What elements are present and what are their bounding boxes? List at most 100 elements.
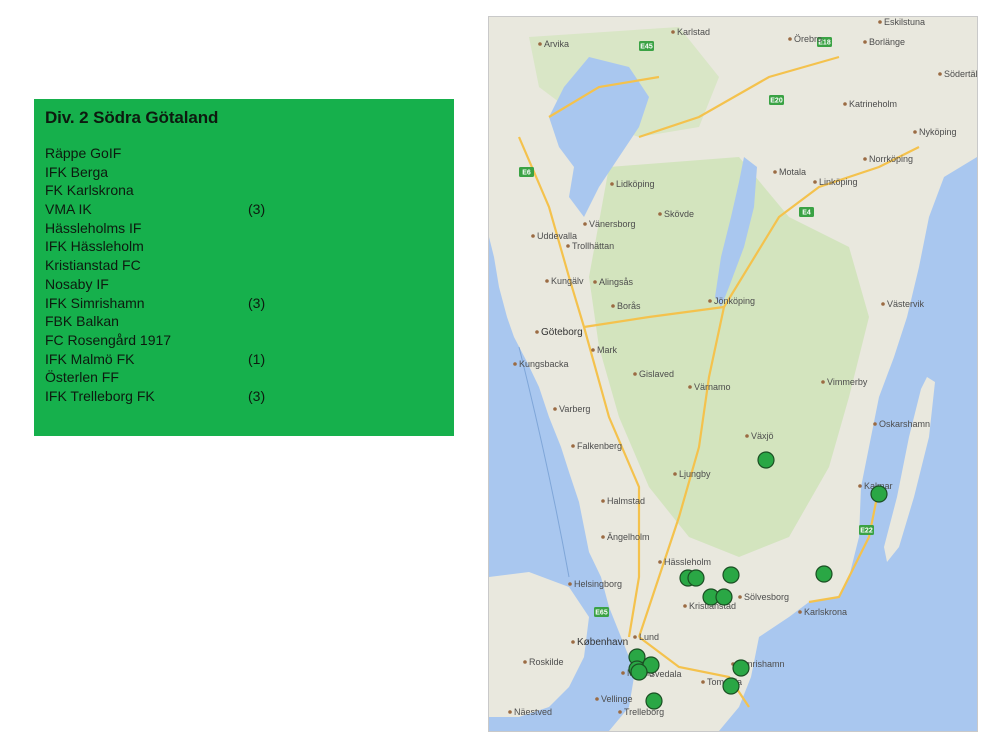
place-label: Södertälje	[944, 69, 977, 79]
route-badge-label: E4	[802, 210, 811, 217]
place-label: Karlstad	[677, 27, 710, 37]
place-dot	[773, 170, 777, 174]
place-dot	[568, 582, 572, 586]
place-dot	[591, 348, 595, 352]
team-row: VMA IK (3)	[45, 200, 442, 219]
team-row: FC Rosengård 1917	[45, 331, 442, 350]
place-dot	[618, 710, 622, 714]
place-dot	[658, 560, 662, 564]
league-panel: Div. 2 Södra Götaland Räppe GoIF IFK Berg…	[34, 99, 454, 436]
team-location-marker[interactable]	[732, 659, 750, 677]
team-name: IFK Malmö FK	[45, 350, 135, 367]
place-label: Uddevalla	[537, 231, 577, 241]
place-dot	[621, 671, 625, 675]
place-dot	[601, 535, 605, 539]
place-label: Skövde	[664, 209, 694, 219]
place-dot	[858, 484, 862, 488]
place-dot	[878, 20, 882, 24]
place-dot	[683, 604, 687, 608]
map[interactable]: E6 E4 E20 E18 E22 E65 E45 Karlstad Örebro Eskils…	[488, 16, 978, 732]
route-badge: E65	[594, 607, 609, 617]
route-badge: E4	[799, 207, 814, 217]
place-label: Linköping	[819, 177, 858, 187]
team-name: FK Karlskrona	[45, 182, 134, 199]
team-location-marker[interactable]	[870, 485, 888, 503]
place-label: Roskilde	[529, 657, 564, 667]
team-location-marker[interactable]	[815, 565, 833, 583]
place-label: Trollhättan	[572, 241, 614, 251]
map-canvas[interactable]: E6E4E20E18E22E65E45 KarlstadÖrebroEskils…	[489, 17, 977, 731]
team-note: (3)	[248, 387, 266, 404]
place-label: Gislaved	[639, 369, 674, 379]
team-note: (3)	[248, 201, 266, 218]
place-label: Varberg	[559, 404, 590, 414]
route-badge-label: E6	[522, 170, 531, 177]
team-row: Österlen FF	[45, 368, 442, 387]
place-dot	[595, 697, 599, 701]
route-badge: E45	[639, 41, 654, 51]
place-label: Karlskrona	[804, 607, 847, 617]
place-dot	[688, 385, 692, 389]
place-label: Växjö	[751, 431, 774, 441]
route-badge-label: E45	[640, 44, 653, 51]
place-label: Värnamo	[694, 382, 731, 392]
team-row: Hässleholms IF	[45, 219, 442, 238]
team-name: Nosaby IF	[45, 275, 109, 292]
team-name: IFK Simrishamn	[45, 294, 145, 311]
place-dot	[583, 222, 587, 226]
team-note: (1)	[248, 350, 266, 367]
team-name: VMA IK	[45, 201, 92, 218]
place-dot	[593, 280, 597, 284]
team-row: IFK Simrishamn (3)	[45, 294, 442, 313]
team-name: FC Rosengård 1917	[45, 331, 172, 348]
place-label: Mark	[597, 345, 617, 355]
team-location-marker[interactable]	[645, 692, 663, 710]
place-dot	[813, 180, 817, 184]
team-location-marker[interactable]	[757, 451, 775, 469]
place-dot	[913, 130, 917, 134]
place-dot	[881, 302, 885, 306]
place-label: Jönköping	[714, 296, 755, 306]
place-label: Nyköping	[919, 127, 957, 137]
place-dot	[553, 407, 557, 411]
team-location-marker[interactable]	[715, 588, 733, 606]
league-title: Div. 2 Södra Götaland	[45, 108, 219, 127]
team-location-marker[interactable]	[630, 663, 648, 681]
place-dot	[610, 182, 614, 186]
place-dot	[566, 244, 570, 248]
team-row: IFK Malmö FK (1)	[45, 350, 442, 369]
place-dot	[531, 234, 535, 238]
place-dot	[708, 299, 712, 303]
place-label: Lidköping	[616, 179, 655, 189]
place-dot	[788, 37, 792, 41]
team-name: Kristianstad FC	[45, 257, 141, 274]
place-dot	[571, 444, 575, 448]
place-dot	[701, 680, 705, 684]
place-label: Vänersborg	[589, 219, 636, 229]
place-dot	[738, 595, 742, 599]
team-name: IFK Berga	[45, 163, 109, 180]
place-dot	[863, 40, 867, 44]
place-label: Ängelholm	[607, 532, 650, 542]
place-dot	[545, 279, 549, 283]
route-badge-label: E20	[770, 98, 783, 105]
place-label: Vimmerby	[827, 377, 868, 387]
team-location-marker[interactable]	[722, 566, 740, 584]
route-badge-label: E22	[860, 528, 873, 535]
place-dot	[513, 362, 517, 366]
place-label: Sölvesborg	[744, 592, 789, 602]
team-location-marker[interactable]	[687, 569, 705, 587]
place-dot	[671, 30, 675, 34]
place-label: Eskilstuna	[884, 17, 925, 27]
place-dot	[538, 42, 542, 46]
team-location-marker[interactable]	[722, 677, 740, 695]
place-label: Motala	[779, 167, 806, 177]
place-dot	[873, 422, 877, 426]
place-label: Helsingborg	[574, 579, 622, 589]
team-name: FBK Balkan	[45, 313, 119, 330]
team-note: (3)	[248, 294, 266, 311]
place-dot	[798, 610, 802, 614]
team-name: IFK Hässleholm	[45, 238, 144, 255]
route-badge: E20	[769, 95, 784, 105]
place-dot	[821, 380, 825, 384]
